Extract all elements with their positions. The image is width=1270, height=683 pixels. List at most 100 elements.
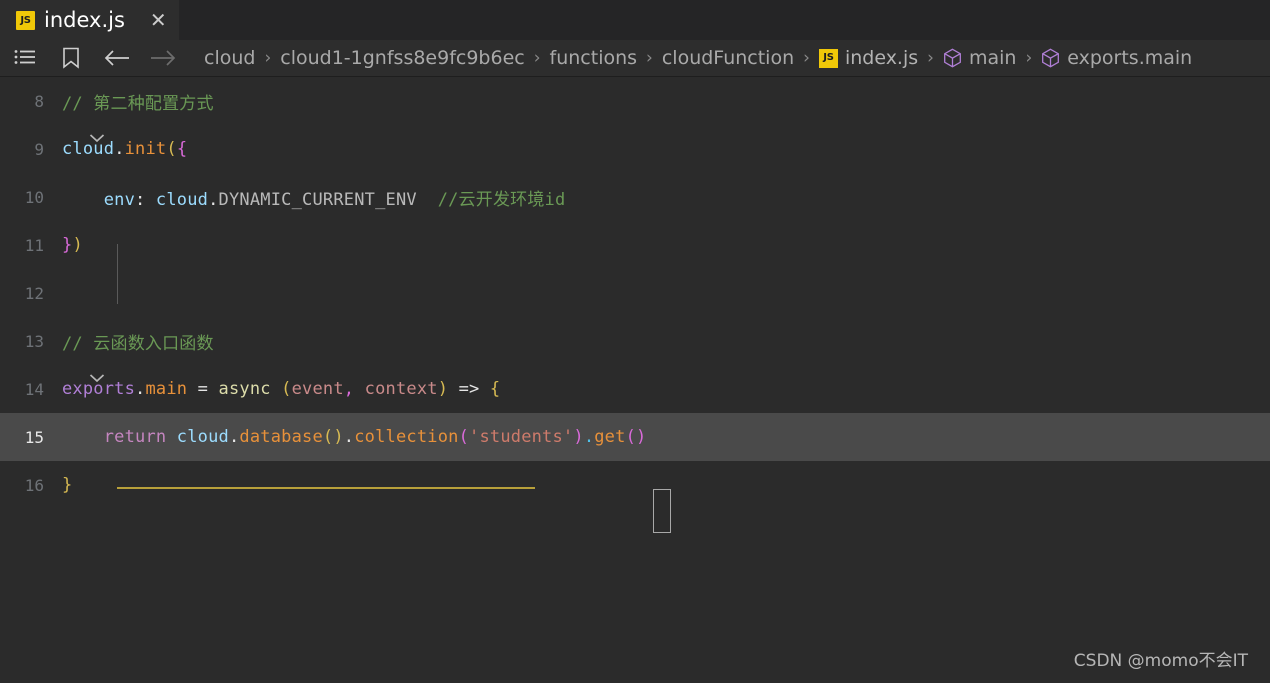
breadcrumb-separator: › <box>533 48 541 68</box>
code-token: => <box>458 379 480 399</box>
code-token: collection <box>354 427 459 447</box>
code-token: event <box>291 379 344 399</box>
line-number: 13 <box>24 331 44 351</box>
code-line-12[interactable]: 12 <box>0 269 1270 317</box>
breadcrumb-label: cloud1-1gnfss8e9fc9b6ec <box>280 48 525 68</box>
code-token: exports <box>62 379 136 399</box>
code-token: cloud <box>155 189 209 210</box>
code-token: 'students' <box>469 427 574 447</box>
cube-symbol-icon <box>943 48 962 68</box>
code-token: DYNAMIC_CURRENT_ENV <box>218 189 417 210</box>
breadcrumb-separator: › <box>803 48 810 68</box>
breadcrumb-separator: › <box>927 48 934 68</box>
code-line-14[interactable]: 14 exports.main = async (event, context) … <box>0 365 1270 413</box>
code-token: //云开发环境id <box>437 189 566 210</box>
list-outline-icon[interactable] <box>8 43 42 73</box>
line-number: 15 <box>24 427 44 447</box>
code-token: . <box>114 139 125 159</box>
code-token: = <box>187 379 219 399</box>
code-line-13[interactable]: 13 // 云函数入口函数 <box>0 317 1270 365</box>
code-token: cloud <box>62 139 115 159</box>
tab-bar-empty-space <box>179 0 1270 40</box>
bracket-match-highlight <box>653 489 671 533</box>
code-text: cloud.init({ <box>62 139 187 159</box>
code-token: . <box>583 427 595 447</box>
breadcrumb-item-cloud[interactable]: cloud <box>202 48 257 68</box>
code-token: ( <box>625 427 636 447</box>
code-token: { <box>489 379 501 399</box>
code-text: // 第二种配置方式 <box>62 89 214 114</box>
code-token: return <box>62 427 167 447</box>
breadcrumb-separator: › <box>264 48 272 68</box>
line-number: 16 <box>24 475 44 495</box>
code-text: return cloud.database().collection('stud… <box>62 427 646 447</box>
line-number: 11 <box>24 235 44 255</box>
editor-tab-index-js[interactable]: JS index.js ✕ <box>0 0 180 40</box>
code-text: env: cloud.DYNAMIC_CURRENT_ENV //云开发环境id <box>62 185 566 210</box>
code-token: ( <box>458 427 470 447</box>
breadcrumb-label: exports.main <box>1067 48 1193 68</box>
code-token: context <box>364 379 438 399</box>
line-number: 10 <box>24 187 44 207</box>
code-editor[interactable]: 8// 第二种配置方式 9 cloud.init({10 env: cloud.DY… <box>0 77 1270 683</box>
code-token: main <box>145 379 188 399</box>
code-line-11[interactable]: 11}) <box>0 221 1270 269</box>
js-file-icon: JS <box>16 10 35 30</box>
code-line-10[interactable]: 10 env: cloud.DYNAMIC_CURRENT_ENV //云开发环… <box>0 173 1270 221</box>
code-line-9[interactable]: 9 cloud.init({ <box>0 125 1270 173</box>
breadcrumb-item-main[interactable]: main <box>941 48 1018 68</box>
breadcrumb-separator: › <box>1025 48 1033 68</box>
code-line-15[interactable]: 15 return cloud.database().collection('s… <box>0 413 1270 461</box>
code-token: . <box>343 427 355 447</box>
code-token: . <box>208 189 219 210</box>
code-text: }) <box>62 235 83 255</box>
js-file-icon: JS <box>818 48 838 68</box>
breadcrumb-label: cloud <box>204 48 256 68</box>
breadcrumb-label: cloudFunction <box>661 48 795 68</box>
vscode-window: JS index.js ✕ cloud › cloud1-1gnfss8e9fc… <box>0 0 1270 683</box>
breadcrumb-label: index.js <box>844 48 919 68</box>
code-lines-container: 8// 第二种配置方式 9 cloud.init({10 env: cloud.DY… <box>0 77 1270 683</box>
cube-symbol-icon <box>1041 48 1060 68</box>
code-token: { <box>176 139 188 159</box>
breadcrumb-item-exports-main[interactable]: exports.main <box>1039 48 1194 68</box>
code-token: init <box>124 139 167 159</box>
code-token: // 第二种配置方式 <box>62 93 214 114</box>
code-token: . <box>135 379 146 399</box>
editor-tab-bar: JS index.js ✕ <box>0 0 1270 40</box>
code-token: cloud <box>176 427 229 447</box>
code-token: ) <box>573 427 584 447</box>
code-line-16[interactable]: 16} <box>0 461 1270 509</box>
code-token: } <box>62 475 73 495</box>
code-token: ) <box>437 379 449 399</box>
line-number: 14 <box>24 379 44 399</box>
code-line-8[interactable]: 8 // 第二种配置方式 <box>0 77 1270 125</box>
code-token: } <box>62 235 73 255</box>
breadcrumb-separator: › <box>646 48 653 68</box>
bookmark-icon[interactable] <box>54 43 88 73</box>
code-token: ( <box>166 139 177 159</box>
code-token: . <box>228 427 240 447</box>
code-token: , <box>343 379 355 399</box>
code-token: ) <box>72 235 83 255</box>
breadcrumb-item-cloudfunction[interactable]: cloudFunction <box>660 48 796 68</box>
code-token: ) <box>333 427 344 447</box>
indent-guide <box>117 244 118 304</box>
arrow-right-icon[interactable] <box>146 43 180 73</box>
arrow-left-icon[interactable] <box>100 43 134 73</box>
breadcrumb-item-index-js[interactable]: JS index.js <box>817 48 920 68</box>
breadcrumb-item-functions[interactable]: functions <box>548 48 640 68</box>
csdn-watermark: CSDN @momo不会IT <box>1073 651 1248 671</box>
tab-label: index.js <box>44 7 125 32</box>
code-token: async <box>218 379 271 399</box>
code-token: get <box>594 427 626 447</box>
close-icon[interactable]: ✕ <box>150 10 167 30</box>
breadcrumb-item-cloud1[interactable]: cloud1-1gnfss8e9fc9b6ec <box>278 48 526 68</box>
breadcrumb: cloud › cloud1-1gnfss8e9fc9b6ec › functi… <box>202 48 1194 68</box>
code-text: exports.main = async (event, context) =>… <box>62 379 500 399</box>
